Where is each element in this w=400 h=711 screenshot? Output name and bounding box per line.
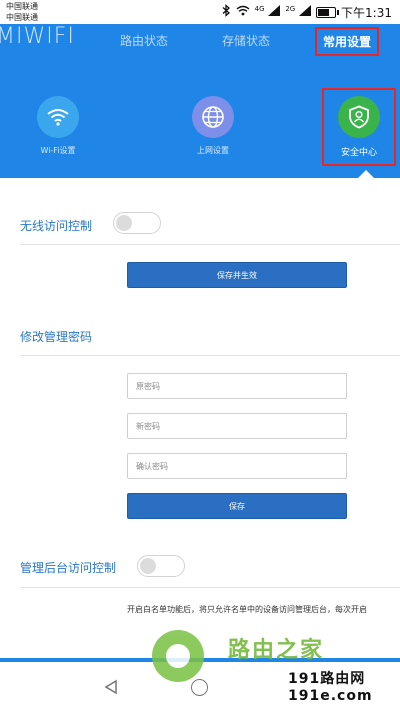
tile-wifi-settings[interactable]: Wi-Fi设置 [13, 96, 103, 156]
app-logo: MIWIFI [0, 24, 75, 49]
new-password-input[interactable] [127, 413, 347, 439]
battery-icon [316, 6, 340, 18]
old-password-input[interactable] [127, 373, 347, 399]
signal-1-label: 4G [254, 5, 265, 13]
home-icon[interactable] [191, 679, 208, 696]
globe-icon [192, 96, 234, 138]
clock: 下午1:31 [341, 5, 392, 20]
signal-icon-2: 2G [285, 5, 312, 19]
watermark-brand-1: 191路由网 [288, 668, 366, 688]
tab-storage-status[interactable]: 存储状态 [222, 32, 270, 49]
status-bar: 中国联通 中国联通 4G 2G 下午1:31 [0, 0, 400, 24]
wifi-icon [37, 96, 79, 138]
shield-user-icon [338, 96, 380, 138]
watermark-logo-icon [152, 630, 204, 682]
active-tile-pointer [358, 170, 374, 178]
divider [20, 587, 400, 588]
back-icon[interactable] [103, 679, 119, 699]
tab-router-status[interactable]: 路由状态 [120, 32, 168, 49]
tile-label: Wi-Fi设置 [40, 146, 76, 155]
tile-label: 安全中心 [340, 148, 377, 158]
divider [20, 355, 400, 356]
tab-common-settings[interactable]: 常用设置 [315, 27, 380, 56]
watermark-text: 路由之家 [228, 638, 325, 663]
wifi-icon [236, 5, 250, 19]
carrier-1: 中国联通 [6, 2, 38, 11]
bluetooth-icon [222, 4, 231, 20]
save-and-apply-button[interactable]: 保存并生效 [127, 262, 347, 288]
signal-2-label: 2G [285, 5, 296, 13]
whitelist-note: 开启白名单功能后，将只允许名单中的设备访问管理后台，每次开启 [127, 605, 367, 614]
status-icons: 4G 2G 下午1:31 [222, 4, 392, 20]
tile-internet-settings[interactable]: 上网设置 [168, 96, 258, 156]
wireless-access-title: 无线访问控制 [20, 219, 93, 233]
carrier-2: 中国联通 [6, 13, 38, 22]
tile-label: 上网设置 [197, 146, 229, 155]
watermark-brand-2: 191e.com [288, 688, 373, 704]
admin-access-toggle[interactable] [137, 555, 185, 577]
app-header: MIWIFI 路由状态 存储状态 常用设置 Wi-Fi设置 上网设置 安全中心 [0, 24, 400, 178]
change-password-title: 修改管理密码 [20, 330, 93, 344]
wireless-access-toggle[interactable] [113, 212, 161, 234]
divider [20, 244, 400, 245]
tile-security-center[interactable]: 安全中心 [322, 88, 396, 166]
save-password-button[interactable]: 保存 [127, 493, 347, 519]
admin-access-title: 管理后台访问控制 [20, 561, 117, 575]
confirm-password-input[interactable] [127, 453, 347, 479]
signal-icon: 4G [255, 5, 281, 19]
